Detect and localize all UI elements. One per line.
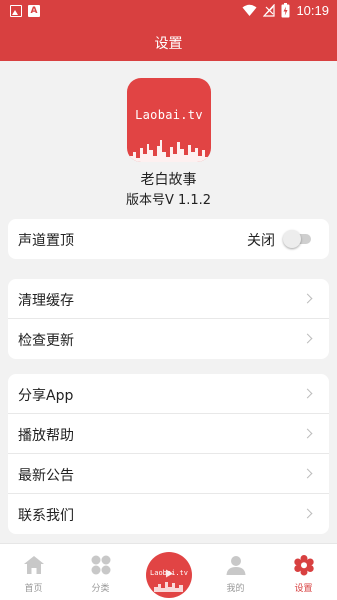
row-label: 声道置顶 (18, 233, 74, 249)
settings-row-playback-help[interactable]: 播放帮助 (8, 414, 329, 454)
tab-category[interactable]: 分类 (67, 544, 134, 600)
row-label: 联系我们 (18, 508, 74, 524)
battery-icon (281, 3, 290, 18)
settings-row-check-update[interactable]: 检查更新 (8, 319, 329, 359)
category-icon (91, 555, 110, 575)
tab-label: 分类 (91, 584, 110, 594)
tab-label: 我的 (226, 584, 245, 594)
row-label: 最新公告 (18, 468, 74, 484)
logo-text: Laobai.tv (135, 108, 203, 122)
channel-top-toggle[interactable] (283, 230, 311, 248)
settings-icon (293, 555, 314, 576)
chevron-right-icon (302, 468, 313, 479)
chevron-right-icon (302, 388, 313, 399)
signal-icon (263, 4, 276, 17)
settings-row-clear-cache[interactable]: 清理缓存 (8, 279, 329, 319)
settings-row-announcements[interactable]: 最新公告 (8, 454, 329, 494)
chevron-right-icon (302, 508, 313, 519)
tab-mine[interactable]: 我的 (202, 544, 269, 600)
row-label: 检查更新 (18, 333, 74, 349)
settings-group-audio: 声道置顶 关闭 (8, 219, 329, 259)
wifi-icon (242, 4, 257, 16)
tab-center-play[interactable]: Laobai.tv (146, 552, 192, 598)
a-icon: A (28, 5, 40, 17)
settings-group-maintenance: 清理缓存 检查更新 (8, 279, 329, 359)
status-right: 10:19 (242, 3, 329, 18)
row-label: 分享App (18, 388, 74, 404)
settings-row-channel-top[interactable]: 声道置顶 关闭 (8, 219, 329, 259)
settings-row-contact-us[interactable]: 联系我们 (8, 494, 329, 534)
bottom-tab-bar: 首页 分类 Laobai.tv 我的 (0, 543, 337, 600)
chevron-right-icon (302, 333, 313, 344)
chevron-right-icon (302, 293, 313, 304)
home-icon (23, 556, 44, 574)
settings-row-share-app[interactable]: 分享App (8, 374, 329, 414)
tab-label: 设置 (294, 584, 313, 594)
tab-settings[interactable]: 设置 (270, 544, 337, 600)
tab-label: 首页 (24, 584, 43, 594)
status-time: 10:19 (296, 3, 329, 18)
toggle-knob[interactable] (283, 230, 301, 248)
app-info-header: Laobai.tv 老白故事 版本号V 1.1.2 (0, 61, 337, 211)
app-name: 老白故事 (140, 172, 197, 188)
play-logo-icon (154, 569, 183, 592)
app-version: 版本号V 1.1.2 (125, 193, 212, 208)
row-label: 清理缓存 (18, 293, 74, 309)
settings-group-more: 分享App 播放帮助 最新公告 联系我们 (8, 374, 329, 534)
app-logo: Laobai.tv (127, 78, 211, 162)
status-left: A (10, 5, 40, 17)
skyline-icon (127, 140, 211, 162)
row-label: 播放帮助 (18, 428, 74, 444)
chevron-right-icon (302, 428, 313, 439)
status-bar: A 10:19 (0, 0, 337, 24)
image-icon (10, 5, 22, 17)
toggle-status-text: 关闭 (247, 233, 275, 249)
tab-home[interactable]: 首页 (0, 544, 67, 600)
app-bar: 设置 (0, 24, 337, 61)
page-title: 设置 (154, 36, 183, 52)
user-icon (226, 556, 245, 575)
